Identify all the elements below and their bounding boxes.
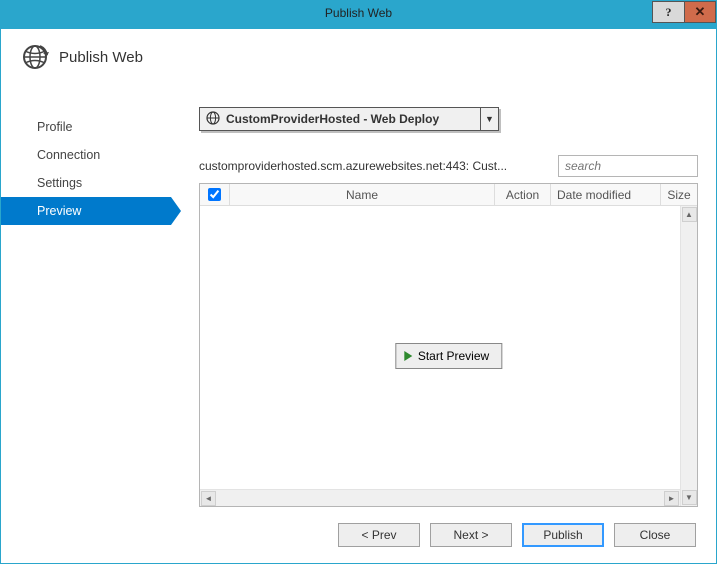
sidebar-item-label: Profile (37, 120, 72, 134)
titlebar: Publish Web ? ✕ (1, 1, 716, 29)
scroll-down-icon[interactable]: ▼ (682, 490, 697, 505)
grid-header: Name Action Date modified Size (200, 184, 697, 206)
vertical-scrollbar[interactable]: ▲ ▼ (680, 206, 697, 506)
publish-button[interactable]: Publish (522, 523, 604, 547)
sidebar-item-profile[interactable]: Profile (1, 113, 171, 141)
chevron-down-icon[interactable]: ▼ (480, 108, 498, 130)
sidebar-item-label: Preview (37, 204, 81, 218)
grid-col-action[interactable]: Action (495, 184, 551, 205)
grid-col-checkbox[interactable] (200, 184, 230, 205)
grid-col-name[interactable]: Name (230, 184, 495, 205)
window-title: Publish Web (325, 6, 392, 20)
client-area: Publish Web Profile Connection Settings … (1, 29, 716, 563)
globe-arrow-icon (21, 43, 49, 71)
grid-body: Start Preview (200, 206, 697, 506)
publish-web-window: Publish Web ? ✕ Publish Web (0, 0, 717, 564)
sidebar-item-connection[interactable]: Connection (1, 141, 171, 169)
play-icon (404, 351, 412, 361)
sidebar-item-label: Connection (37, 148, 100, 162)
help-button[interactable]: ? (652, 1, 684, 23)
window-controls: ? ✕ (652, 1, 716, 23)
start-preview-label: Start Preview (418, 349, 489, 363)
prev-button[interactable]: < Prev (338, 523, 420, 547)
globe-small-icon (206, 111, 220, 128)
profile-dropdown[interactable]: CustomProviderHosted - Web Deploy ▼ (199, 107, 499, 131)
start-preview-button[interactable]: Start Preview (395, 343, 502, 369)
wizard-steps-sidebar: Profile Connection Settings Preview (1, 99, 171, 507)
horizontal-scrollbar[interactable]: ◄ ► (200, 489, 680, 506)
scroll-right-icon[interactable]: ► (664, 491, 679, 506)
main-panel: CustomProviderHosted - Web Deploy ▼ cust… (171, 99, 716, 507)
dialog-footer: < Prev Next > Publish Close (1, 507, 716, 563)
connection-row: customproviderhosted.scm.azurewebsites.n… (199, 155, 698, 177)
dialog-header: Publish Web (1, 29, 716, 89)
sidebar-item-settings[interactable]: Settings (1, 169, 171, 197)
select-all-checkbox[interactable] (208, 188, 221, 201)
grid-col-date[interactable]: Date modified (551, 184, 661, 205)
profile-dropdown-body: CustomProviderHosted - Web Deploy (200, 108, 480, 130)
grid-col-size[interactable]: Size (661, 184, 697, 205)
dialog-title: Publish Web (59, 49, 143, 66)
search-input[interactable] (558, 155, 698, 177)
sidebar-item-label: Settings (37, 176, 82, 190)
preview-grid: Name Action Date modified Size Start Pre… (199, 183, 698, 507)
sidebar-item-preview[interactable]: Preview (1, 197, 171, 225)
close-window-button[interactable]: ✕ (684, 1, 716, 23)
dialog-body: Profile Connection Settings Preview (1, 99, 716, 507)
connection-text: customproviderhosted.scm.azurewebsites.n… (199, 159, 546, 173)
scroll-left-icon[interactable]: ◄ (201, 491, 216, 506)
scroll-up-icon[interactable]: ▲ (682, 207, 697, 222)
profile-dropdown-label: CustomProviderHosted - Web Deploy (226, 112, 439, 126)
close-button[interactable]: Close (614, 523, 696, 547)
next-button[interactable]: Next > (430, 523, 512, 547)
